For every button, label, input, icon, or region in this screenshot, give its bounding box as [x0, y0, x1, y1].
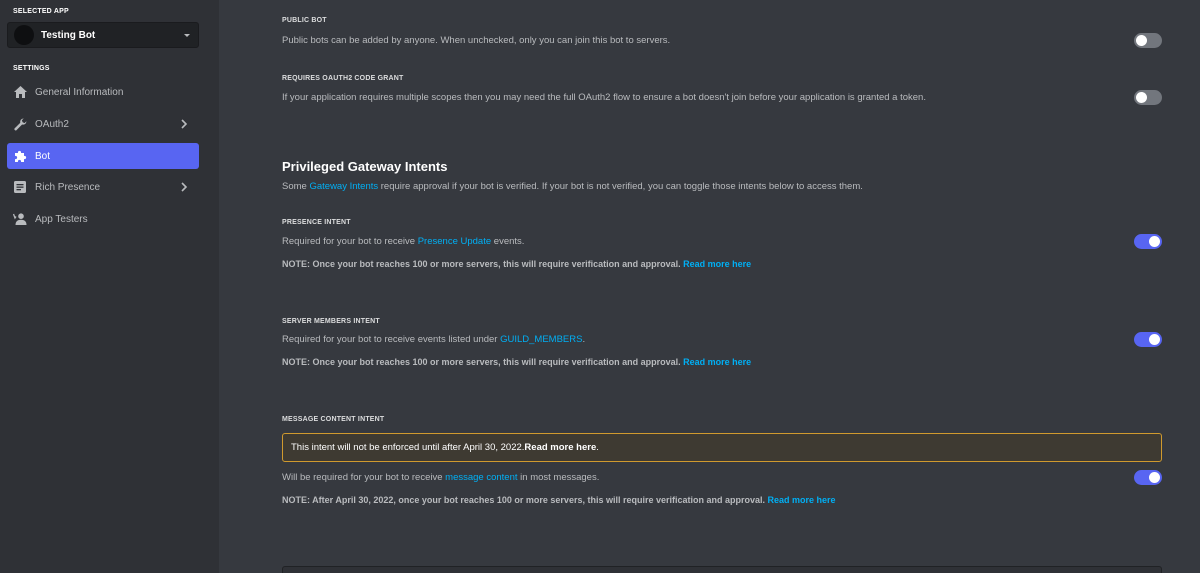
server-members-intent-description: Required for your bot to receive events …	[282, 334, 586, 345]
sidebar-item-rich-presence[interactable]: Rich Presence	[7, 174, 199, 200]
oauth2-grant-toggle[interactable]	[1134, 90, 1162, 105]
sidebar-item-oauth2[interactable]: OAuth2	[7, 111, 199, 137]
app-selector[interactable]: Testing Bot	[7, 22, 199, 48]
sidebar-item-bot[interactable]: Bot	[7, 143, 199, 169]
settings-heading: SETTINGS	[13, 65, 50, 72]
chevron-right-icon	[181, 119, 188, 129]
oauth2-grant-description: If your application requires multiple sc…	[282, 92, 926, 103]
public-bot-toggle[interactable]	[1134, 33, 1162, 48]
home-icon	[13, 85, 27, 99]
sidebar-item-label: General Information	[35, 86, 124, 98]
message-content-link[interactable]: message content	[445, 472, 517, 483]
public-bot-label: PUBLIC BOT	[282, 17, 327, 24]
read-more-link[interactable]: Read more here	[683, 259, 751, 269]
presence-intent-description: Required for your bot to receive Presenc…	[282, 236, 525, 247]
sidebar-item-label: Rich Presence	[35, 181, 101, 193]
app-avatar	[14, 25, 34, 45]
guild-members-link[interactable]: GUILD_MEMBERS	[500, 334, 582, 345]
presence-update-link[interactable]: Presence Update	[418, 236, 491, 247]
enforcement-warning-notice: This intent will not be enforced until a…	[282, 433, 1162, 462]
message-content-intent-toggle[interactable]	[1134, 470, 1162, 485]
presence-intent-toggle[interactable]	[1134, 234, 1162, 249]
public-bot-description: Public bots can be added by anyone. When…	[282, 35, 671, 46]
sidebar-item-general-information[interactable]: General Information	[7, 79, 199, 105]
read-more-link[interactable]: Read more here	[768, 495, 836, 505]
bottom-panel	[282, 566, 1162, 573]
server-members-intent-note: NOTE: Once your bot reaches 100 or more …	[282, 357, 752, 367]
privileged-intents-description: Some Gateway Intents require approval if…	[282, 181, 863, 192]
person-add-icon	[13, 212, 27, 226]
message-content-intent-label: MESSAGE CONTENT INTENT	[282, 416, 385, 423]
puzzle-icon	[13, 149, 27, 163]
sidebar-item-label: OAuth2	[35, 118, 69, 130]
presence-intent-label: PRESENCE INTENT	[282, 219, 351, 226]
privileged-intents-title: Privileged Gateway Intents	[282, 159, 448, 174]
sidebar-item-app-testers[interactable]: App Testers	[7, 206, 199, 232]
server-members-intent-toggle[interactable]	[1134, 332, 1162, 347]
sidebar-item-label: App Testers	[35, 213, 88, 225]
presence-intent-note: NOTE: Once your bot reaches 100 or more …	[282, 259, 752, 269]
wrench-icon	[13, 117, 27, 131]
selected-app-heading: SELECTED APP	[13, 8, 69, 15]
sidebar-item-label: Bot	[35, 150, 51, 162]
chevron-down-icon	[184, 34, 190, 37]
chevron-right-icon	[181, 182, 188, 192]
message-content-intent-note: NOTE: After April 30, 2022, once your bo…	[282, 495, 836, 505]
main-content: PUBLIC BOT Public bots can be added by a…	[219, 0, 1200, 573]
read-more-link[interactable]: Read more here	[683, 357, 751, 367]
document-icon	[13, 180, 27, 194]
gateway-intents-link[interactable]: Gateway Intents	[309, 181, 378, 192]
oauth2-grant-label: REQUIRES OAUTH2 CODE GRANT	[282, 75, 404, 82]
app-name: Testing Bot	[41, 29, 96, 41]
message-content-intent-description: Will be required for your bot to receive…	[282, 472, 600, 483]
sidebar: SELECTED APP Testing Bot SETTINGS Genera…	[0, 0, 219, 573]
warning-read-more-link[interactable]: Read more here	[524, 442, 596, 453]
server-members-intent-label: SERVER MEMBERS INTENT	[282, 318, 380, 325]
